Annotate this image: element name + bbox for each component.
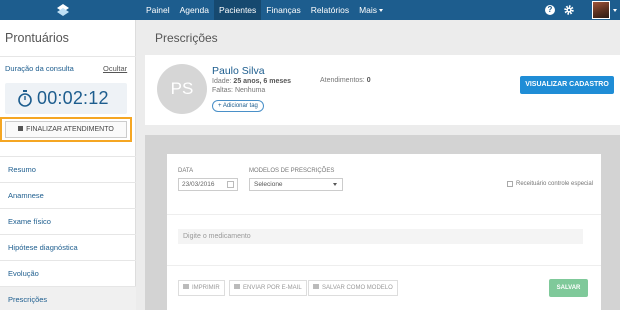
nav-painel[interactable]: Painel xyxy=(141,0,175,20)
divider xyxy=(0,56,136,57)
special-control-checkbox[interactable] xyxy=(507,181,513,187)
page-title: Prescrições xyxy=(155,31,218,45)
save-model-button[interactable]: SALVAR COMO MODELO xyxy=(308,280,398,296)
document-icon xyxy=(313,284,319,289)
attendances: Atendimentos: 0 xyxy=(320,77,371,84)
timer-display: 00:02:12 xyxy=(37,88,109,108)
attendances-value: 0 xyxy=(366,77,371,84)
date-label: DATA xyxy=(178,168,194,174)
calendar-icon[interactable] xyxy=(227,181,234,188)
email-button[interactable]: ENVIAR POR E-MAIL xyxy=(229,280,307,296)
nav-agenda[interactable]: Agenda xyxy=(175,0,214,20)
app-logo-icon xyxy=(57,4,69,16)
divider xyxy=(167,214,601,215)
faltas-label: Faltas: xyxy=(212,87,234,94)
medication-input[interactable]: Digite o medicamento xyxy=(178,229,583,244)
sidebar-item-exame-fisico[interactable]: Exame físico xyxy=(0,209,136,234)
logo-area[interactable] xyxy=(0,0,136,20)
sidebar-item-hipotese[interactable]: Hipótese diagnóstica xyxy=(0,235,136,260)
sidebar-item-prescricoes[interactable]: Prescrições xyxy=(0,287,136,310)
models-select-value: Selecione xyxy=(254,181,283,188)
timer-box: 00:02:12 xyxy=(5,83,127,114)
print-button[interactable]: IMPRIMIR xyxy=(178,280,225,296)
finish-button[interactable]: FINALIZAR ATENDIMENTO xyxy=(5,121,127,138)
finish-button-label: FINALIZAR ATENDIMENTO xyxy=(26,126,114,133)
prescription-form: DATA 23/03/2016 MODELOS DE PRESCRIÇÕES S… xyxy=(167,154,601,310)
age-value: 25 anos, 6 meses xyxy=(233,78,292,85)
patient-faltas: Faltas: Nenhuma xyxy=(212,87,265,94)
duration-label: Duração da consulta xyxy=(5,64,74,73)
models-label: MODELOS DE PRESCRIÇÕES xyxy=(249,168,335,174)
chevron-down-icon xyxy=(379,9,384,13)
date-input[interactable]: 23/03/2016 xyxy=(178,178,238,191)
nav-mais[interactable]: Mais xyxy=(354,0,388,20)
gear-icon[interactable] xyxy=(563,4,575,16)
hide-link[interactable]: Ocultar xyxy=(103,64,127,73)
add-tag-button[interactable]: + Adicionar tag xyxy=(212,100,264,112)
sidebar-item-evolucao[interactable]: Evolução xyxy=(0,261,136,286)
top-navbar: Painel Agenda Pacientes Finanças Relatór… xyxy=(0,0,620,20)
age-label: Idade: xyxy=(212,78,232,85)
patient-avatar: PS xyxy=(157,64,207,114)
nav-relatorios[interactable]: Relatórios xyxy=(306,0,354,20)
attendances-label: Atendimentos: xyxy=(320,77,365,84)
nav-mais-label: Mais xyxy=(359,5,378,15)
models-select[interactable]: Selecione xyxy=(249,178,343,191)
email-label: ENVIAR POR E-MAIL xyxy=(243,285,302,291)
nav-financas[interactable]: Finanças xyxy=(261,0,306,20)
sidebar-item-resumo[interactable]: Resumo xyxy=(0,157,136,182)
sidebar-item-anamnese[interactable]: Anamnese xyxy=(0,183,136,208)
stopwatch-icon xyxy=(18,90,32,107)
stop-icon xyxy=(18,126,24,131)
help-icon[interactable]: ? xyxy=(545,5,555,15)
chevron-down-icon[interactable] xyxy=(613,9,617,12)
printer-icon xyxy=(183,284,189,289)
sidebar-title: Prontuários xyxy=(5,31,69,45)
envelope-icon xyxy=(234,284,240,289)
main-nav: Painel Agenda Pacientes Finanças Relatór… xyxy=(141,0,388,20)
patient-age: Idade: 25 anos, 6 meses xyxy=(212,78,291,85)
save-button[interactable]: SALVAR xyxy=(549,279,588,297)
print-label: IMPRIMIR xyxy=(192,285,220,291)
chevron-down-icon xyxy=(333,183,337,186)
save-model-label: SALVAR COMO MODELO xyxy=(322,285,393,291)
faltas-value: Nenhuma xyxy=(234,87,266,94)
patient-card: PS Paulo Silva Idade: 25 anos, 6 meses F… xyxy=(145,55,620,125)
user-avatar[interactable] xyxy=(592,1,610,19)
patient-name[interactable]: Paulo Silva xyxy=(212,65,265,77)
sidebar: Prontuários Duração da consulta Ocultar … xyxy=(0,20,136,310)
view-profile-button[interactable]: VISUALIZAR CADASTRO xyxy=(520,76,614,94)
nav-pacientes[interactable]: Pacientes xyxy=(213,0,262,20)
finish-highlight: FINALIZAR ATENDIMENTO xyxy=(0,117,132,142)
special-control-label[interactable]: Receituário controle especial xyxy=(516,181,593,187)
divider xyxy=(167,265,601,266)
date-value: 23/03/2016 xyxy=(182,181,215,188)
